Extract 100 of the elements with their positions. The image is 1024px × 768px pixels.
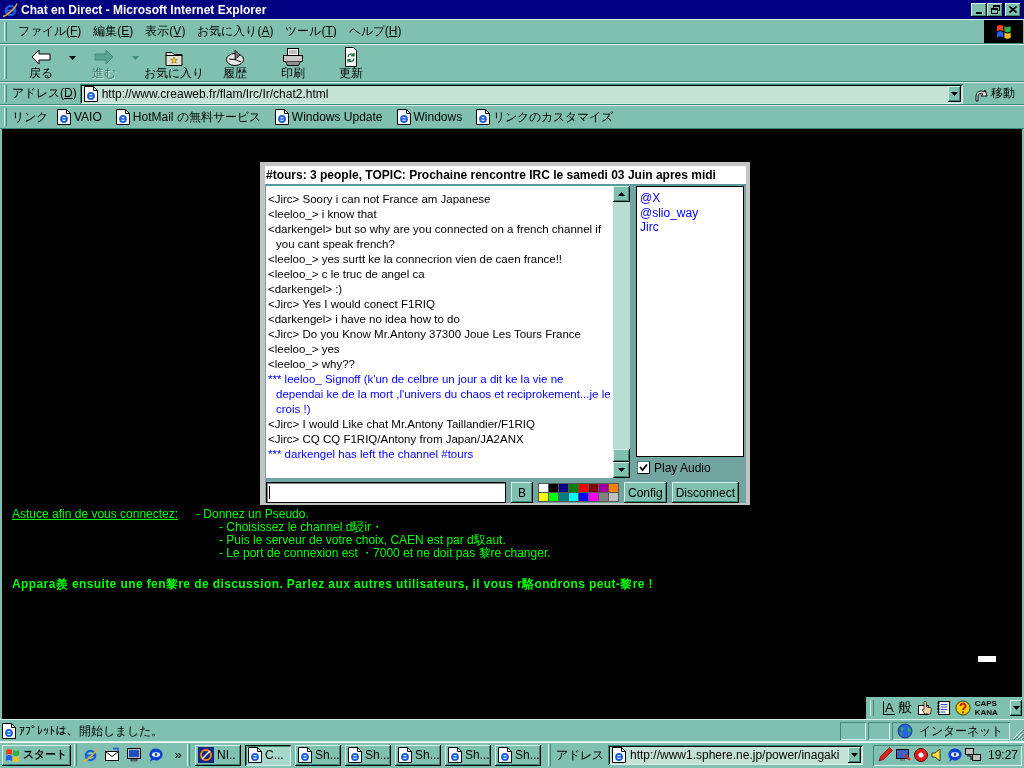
disconnect-button[interactable]: Disconnect	[671, 482, 740, 503]
menu-item[interactable]: 表示(V)	[139, 23, 192, 40]
color-swatch-icon[interactable]	[609, 493, 618, 501]
color-swatch-icon[interactable]	[599, 484, 608, 492]
status-panel	[868, 722, 890, 740]
disc-icon[interactable]	[912, 747, 929, 763]
caret-icon[interactable]	[69, 56, 76, 60]
down-arrow-icon[interactable]	[613, 462, 630, 478]
links-label: リンク	[12, 108, 48, 126]
link[interactable]: VAIO	[57, 108, 102, 126]
chat-message: <darkengel> i have no idea how to do	[268, 312, 461, 327]
minimize-button[interactable]	[971, 2, 987, 17]
color-swatch-icon[interactable]	[579, 484, 588, 492]
caret-icon	[1012, 706, 1020, 710]
ring-tile-icon	[198, 747, 214, 763]
input-mode-button[interactable]: A	[883, 701, 895, 715]
color-swatch-icon[interactable]	[549, 493, 558, 501]
help-icon[interactable]	[954, 700, 971, 716]
user-list-item[interactable]: @X	[640, 191, 661, 206]
address-field[interactable]: http://www.creaweb.fr/flam/Irc/Ir/chat2.html	[79, 83, 963, 104]
color-swatch-icon[interactable]	[579, 493, 588, 501]
options-button[interactable]	[1010, 700, 1022, 716]
notebook-icon[interactable]	[935, 700, 952, 716]
resize-grip-icon[interactable]	[1012, 728, 1024, 740]
monitor-icon[interactable]	[126, 747, 142, 763]
computers-icon[interactable]	[964, 747, 981, 763]
hand-pad-icon[interactable]	[916, 700, 933, 716]
hint-text: - Puis le serveur de votre choix, CAEN est par d馭aut.	[219, 534, 506, 547]
monitor-icon[interactable]	[894, 747, 911, 763]
scrollbar[interactable]	[613, 186, 630, 478]
document-icon	[612, 747, 626, 763]
restore-button[interactable]	[987, 2, 1003, 17]
address-field[interactable]: http://www1.sphere.ne.jp/power/inagaki	[608, 745, 863, 765]
config-button[interactable]: Config	[624, 482, 667, 503]
message-input[interactable]	[266, 482, 506, 503]
chat-message: <leeloo_> yes	[268, 342, 341, 357]
dropdown-button[interactable]	[948, 85, 961, 102]
zone-label: インターネット	[919, 722, 1003, 740]
envelope-icon[interactable]	[104, 747, 120, 763]
play-audio-checkbox[interactable]	[637, 461, 650, 474]
up-arrow-icon[interactable]	[613, 186, 630, 202]
chat-message: <leeloo_> why??	[268, 357, 356, 372]
color-swatch-icon[interactable]	[559, 493, 568, 501]
document-icon	[448, 747, 462, 763]
status-panel	[840, 722, 866, 740]
chat-message: <darkengel> :)	[268, 282, 344, 297]
taskbar-button[interactable]: Sh...	[445, 744, 491, 766]
color-swatch-icon[interactable]	[549, 484, 558, 492]
color-swatch-icon[interactable]	[559, 484, 568, 492]
taskbar-button[interactable]: NI..	[195, 744, 241, 766]
document-icon	[298, 747, 312, 763]
chat-message: *** darkengel has left the channel #tours	[268, 447, 475, 462]
menu-item[interactable]: ヘルプ(H)	[342, 23, 408, 40]
scrollbar-thumb[interactable]	[613, 449, 630, 462]
hint-link[interactable]: Astuce afin de vous connectez:	[12, 507, 179, 521]
menu-item[interactable]: 編集(E)	[87, 23, 140, 40]
color-swatch-icon[interactable]	[569, 484, 578, 492]
chat-message: <leeloo_> yes surtt ke la connecrion vien de caen france!!	[268, 252, 564, 267]
taskbar-button[interactable]: Sh...	[495, 744, 541, 766]
chat-message: <Jirc> CQ CQ F1RIQ/Antony from Japan/JA2ANX	[268, 432, 525, 447]
speech-eye-icon[interactable]	[946, 747, 963, 763]
sundial-icon	[224, 47, 246, 67]
dropdown-button[interactable]	[848, 747, 861, 763]
link[interactable]: Windows Update	[274, 108, 383, 126]
taskbar-button[interactable]: C...	[245, 744, 291, 766]
close-button[interactable]	[1005, 2, 1021, 17]
color-swatch-icon[interactable]	[539, 493, 548, 501]
link[interactable]: Windows	[396, 108, 463, 126]
color-swatch-icon[interactable]	[589, 493, 598, 501]
menu-item[interactable]: お気に入り(A)	[191, 23, 280, 40]
chat-message: <darkengel> but so why are you connected on a french channel if you cant speak french?	[268, 222, 603, 252]
menu-item[interactable]: ファイル(F)	[12, 23, 88, 40]
document-icon	[2, 723, 16, 739]
user-list-item[interactable]: @slio_way	[640, 205, 699, 220]
small-image-placeholder	[978, 656, 996, 662]
start-button[interactable]: スタート	[2, 744, 71, 766]
color-swatch-icon[interactable]	[609, 484, 618, 492]
taskbar-button[interactable]: Sh...	[295, 744, 341, 766]
menu-item[interactable]: ツール(T)	[279, 23, 343, 40]
document-icon	[57, 109, 71, 125]
pencil-icon[interactable]	[876, 747, 893, 763]
close-icon	[1009, 6, 1017, 13]
taskbar-button[interactable]: Sh...	[395, 744, 441, 766]
notice-text: Appara羨 ensuite une fen黎re de discussion. Parlez aux autres utilisateurs, il vous r駱ondrons peut-黎re !	[12, 577, 653, 592]
bold-button[interactable]: B	[511, 482, 533, 503]
conversion-mode-button[interactable]: 般	[897, 699, 912, 717]
chat-message: *** leeloo_ Signoff (k'un de celbre un jour a dit ke la vie ne dependai ke de la mort ,l'univers du chaos et reciprokement...je le crois !)	[268, 372, 611, 417]
e-logo-icon[interactable]	[82, 747, 98, 763]
taskbar-button[interactable]: Sh...	[345, 744, 391, 766]
link[interactable]: HotMail の無料サービス	[115, 107, 261, 127]
speech-eye-icon[interactable]	[148, 747, 164, 763]
restore-icon	[990, 5, 1000, 14]
color-swatch-icon[interactable]	[539, 484, 548, 492]
address-label: アドレス	[556, 746, 604, 764]
user-list-item[interactable]: Jirc	[640, 220, 659, 235]
color-swatch-icon[interactable]	[599, 493, 608, 501]
clock: 19:27	[987, 748, 1018, 762]
color-swatch-icon[interactable]	[589, 484, 598, 492]
link[interactable]: リンクのカスタマイズ	[476, 107, 614, 127]
color-swatch-icon[interactable]	[569, 493, 578, 501]
